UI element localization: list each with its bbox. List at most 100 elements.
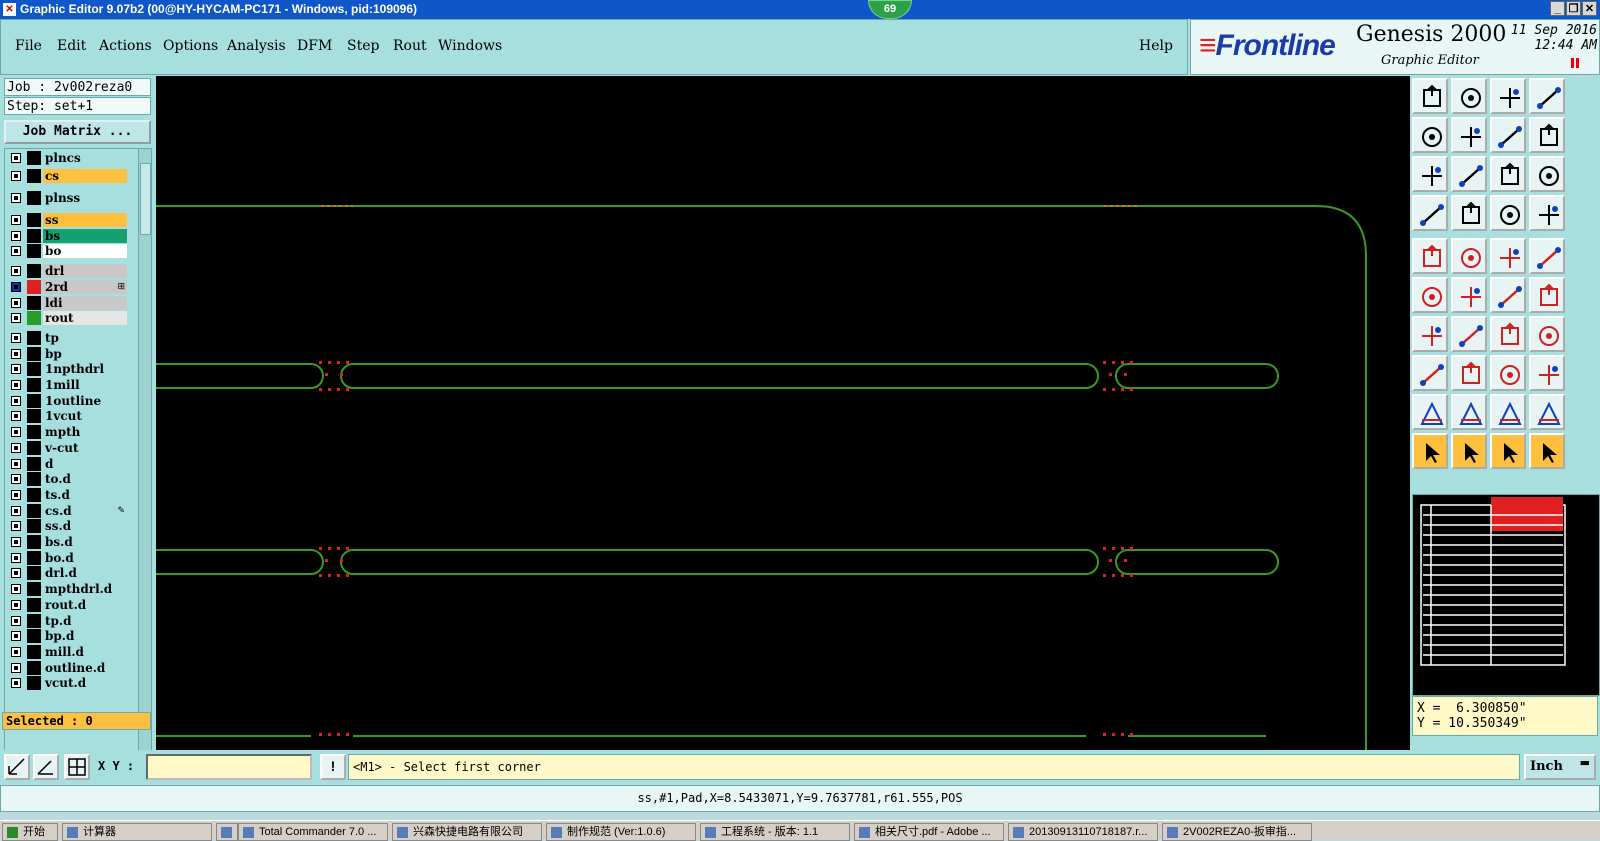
ruler-icon[interactable] xyxy=(1490,238,1526,274)
snap-mode-icon[interactable] xyxy=(4,754,30,780)
layer-color-swatch[interactable] xyxy=(27,169,41,183)
menu-file[interactable]: File xyxy=(15,38,42,54)
pan-right-icon[interactable] xyxy=(1451,117,1487,153)
home-icon[interactable] xyxy=(1490,78,1526,114)
layer-checkbox[interactable] xyxy=(11,505,21,516)
board-drawing[interactable] xyxy=(156,76,1410,750)
layer-checkbox[interactable] xyxy=(11,313,21,324)
layer-row[interactable]: tp xyxy=(7,330,127,345)
units-dropdown[interactable]: Inch ▬ xyxy=(1524,754,1596,780)
layer-color-swatch[interactable] xyxy=(27,440,41,455)
layer-row[interactable]: mpthdrl.d xyxy=(7,582,127,597)
layer-checkbox[interactable] xyxy=(11,631,21,642)
layer-checkbox[interactable] xyxy=(11,230,21,241)
layer-name[interactable]: bp.d xyxy=(43,629,127,644)
menu-rout[interactable]: Rout xyxy=(393,38,427,54)
layer-color-swatch[interactable] xyxy=(27,644,41,659)
layer-row[interactable]: bo.d xyxy=(7,550,127,565)
select-single-icon[interactable] xyxy=(1490,433,1526,469)
angle-mode-icon[interactable] xyxy=(33,754,59,780)
layer-row[interactable]: bo xyxy=(7,244,127,259)
layer-checkbox[interactable] xyxy=(11,427,21,438)
taskbar-item[interactable]: 兴森快捷电路有限公司 xyxy=(392,823,542,841)
angle-icon[interactable] xyxy=(1412,316,1448,352)
layer-row[interactable]: 1npthdrl xyxy=(7,362,127,377)
layer-checkbox[interactable] xyxy=(11,442,21,453)
move-segment-icon[interactable] xyxy=(1529,277,1565,313)
layer-row[interactable]: mill.d xyxy=(7,644,127,659)
taskbar-item[interactable]: 20130913110718187.r... xyxy=(1008,823,1158,841)
layer-color-swatch[interactable] xyxy=(27,330,41,345)
layer-name[interactable]: mpth xyxy=(43,425,127,440)
layer-color-swatch[interactable] xyxy=(27,279,41,294)
layer-row[interactable]: vcut.d xyxy=(7,676,127,691)
layer-row[interactable]: to.d xyxy=(7,472,127,487)
circle-icon[interactable] xyxy=(1529,238,1565,274)
layer-color-swatch[interactable] xyxy=(27,362,41,377)
layer-checkbox[interactable] xyxy=(11,537,21,547)
copy-feature-icon[interactable] xyxy=(1412,355,1448,391)
layer-name[interactable]: ts.d xyxy=(43,487,127,502)
layer-name[interactable]: plncs xyxy=(43,151,127,165)
layer-color-swatch[interactable] xyxy=(27,613,41,628)
alert-button[interactable]: ! xyxy=(320,754,346,780)
layer-color-swatch[interactable] xyxy=(27,535,41,549)
layer-color-swatch[interactable] xyxy=(27,660,41,675)
snap-settings-icon[interactable] xyxy=(1490,195,1526,231)
layer-name[interactable]: bs xyxy=(43,228,127,243)
layer-name[interactable]: cs xyxy=(43,169,127,183)
menu-analysis[interactable]: Analysis xyxy=(227,38,286,54)
layer-row[interactable]: v-cut xyxy=(7,440,127,455)
move-point-icon[interactable] xyxy=(1490,277,1526,313)
xy-input[interactable] xyxy=(146,754,312,780)
taskbar-item[interactable]: 计算器 xyxy=(62,823,212,841)
layer-name[interactable]: bo xyxy=(43,244,127,259)
resize-icon[interactable] xyxy=(1490,355,1526,391)
layer-name[interactable]: bo.d xyxy=(43,550,127,565)
layer-checkbox[interactable] xyxy=(11,380,21,390)
layer-row[interactable]: 1vcut xyxy=(7,409,127,424)
layer-color-swatch[interactable] xyxy=(27,393,41,408)
layer-row[interactable]: outline.d xyxy=(7,660,127,675)
layer-checkbox[interactable] xyxy=(11,215,21,225)
layer-name[interactable]: ss xyxy=(43,213,127,227)
taskbar-item[interactable] xyxy=(216,823,238,841)
layer-row[interactable]: plnss xyxy=(7,191,127,205)
layer-checkbox[interactable] xyxy=(11,474,21,485)
layer-row[interactable]: 1outline xyxy=(7,393,127,408)
layer-color-swatch[interactable] xyxy=(27,311,41,326)
connect-nodes-icon[interactable] xyxy=(1412,277,1448,313)
layer-color-swatch[interactable] xyxy=(27,151,41,165)
layer-name[interactable]: 2rd ⊞ xyxy=(43,279,127,294)
layer-color-swatch[interactable] xyxy=(27,487,41,502)
layer-row[interactable]: 2rd ⊞ xyxy=(7,279,127,294)
taskbar-item[interactable]: 2V002REZA0-扳审指... xyxy=(1162,823,1312,841)
job-matrix-button[interactable]: Job Matrix ... xyxy=(4,120,151,144)
taskbar-item[interactable]: 工程系统 - 版本: 1.1 xyxy=(700,823,850,841)
menu-step[interactable]: Step xyxy=(347,38,379,54)
layer-color-swatch[interactable] xyxy=(27,264,41,279)
upload-icon[interactable] xyxy=(1412,78,1448,114)
maximize-button[interactable]: ❐ xyxy=(1566,1,1581,16)
layer-checkbox[interactable] xyxy=(11,153,21,163)
layer-name[interactable]: mill.d xyxy=(43,644,127,659)
layer-color-swatch[interactable] xyxy=(27,295,41,310)
mirror-icon[interactable] xyxy=(1529,316,1565,352)
close-button[interactable]: ✕ xyxy=(1582,1,1597,16)
layer-checkbox[interactable] xyxy=(11,193,21,203)
menu-edit[interactable]: Edit xyxy=(57,38,86,54)
layer-name[interactable]: to.d xyxy=(43,472,127,487)
layer-row[interactable]: ss xyxy=(7,213,127,227)
layer-row[interactable]: bs xyxy=(7,228,127,243)
grid-mode-icon[interactable] xyxy=(64,754,90,780)
layer-checkbox[interactable] xyxy=(11,678,21,689)
layer-color-swatch[interactable] xyxy=(27,519,41,534)
edit-surface-icon[interactable] xyxy=(1451,394,1487,430)
layer-row[interactable]: rout xyxy=(7,311,127,326)
surface-polygon-icon[interactable] xyxy=(1529,394,1565,430)
layer-checkbox[interactable] xyxy=(11,615,21,626)
layer-checkbox[interactable] xyxy=(11,646,21,657)
layer-row[interactable]: ss.d xyxy=(7,519,127,534)
measure-tool-icon[interactable] xyxy=(1412,195,1448,231)
layer-checkbox[interactable] xyxy=(11,281,21,292)
